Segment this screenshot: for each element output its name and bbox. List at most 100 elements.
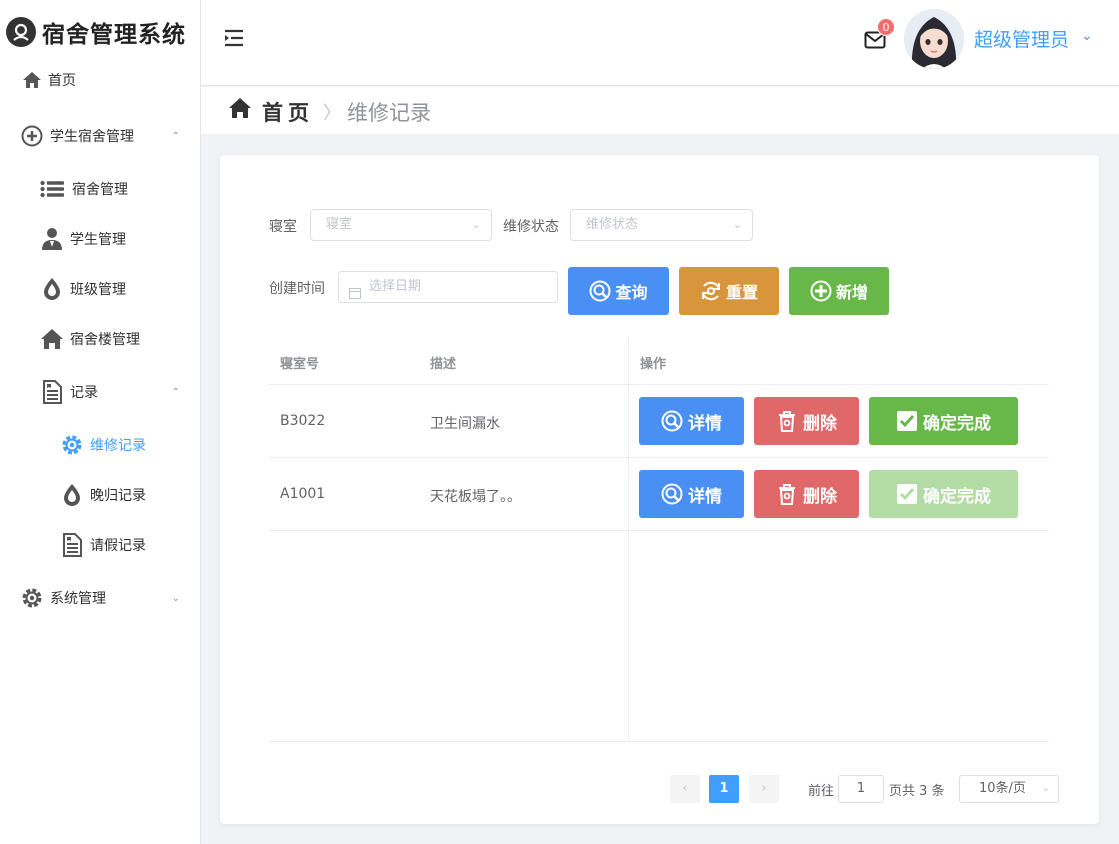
- divider: [269, 457, 1049, 458]
- plus-circle-icon: [810, 280, 832, 302]
- sidebar-item-label: 宿舍管理: [72, 182, 128, 198]
- sidebar-item-leave[interactable]: 请假记录: [0, 525, 200, 565]
- refresh-icon: [700, 280, 722, 302]
- add-button[interactable]: 新增: [789, 267, 889, 315]
- column-header: 操作: [640, 357, 667, 372]
- drop-icon: [40, 277, 64, 301]
- page-1-button[interactable]: 1: [709, 775, 739, 803]
- date-picker[interactable]: 选择日期: [338, 271, 558, 303]
- delete-button[interactable]: 删除: [754, 397, 859, 445]
- checkbox-icon: [896, 410, 918, 432]
- room-select[interactable]: 寝室 ⌄: [310, 209, 492, 241]
- chevron-up-icon: ⌃: [171, 130, 180, 142]
- chevron-down-icon: ⌄: [171, 592, 180, 604]
- chevron-down-icon[interactable]: ⌄: [1081, 28, 1093, 44]
- avatar[interactable]: [904, 9, 964, 69]
- sidebar-item-label: 学生宿舍管理: [50, 129, 134, 145]
- menu-toggle-icon[interactable]: [223, 29, 245, 47]
- sidebar-item-label: 记录: [70, 385, 98, 401]
- calendar-icon: [349, 281, 361, 299]
- complete-button[interactable]: 确定完成: [869, 397, 1018, 445]
- query-button[interactable]: 查询: [568, 267, 669, 315]
- sidebar-item-dorm[interactable]: 宿舍管理: [0, 169, 200, 209]
- sidebar-item-label: 宿舍楼管理: [70, 332, 140, 348]
- sidebar-item-late-return[interactable]: 晚归记录: [0, 475, 200, 515]
- status-select[interactable]: 维修状态 ⌄: [570, 209, 753, 241]
- trash-icon: [776, 410, 798, 432]
- plus-circle-icon: [20, 124, 44, 148]
- delete-label: 删除: [803, 486, 837, 507]
- detail-button[interactable]: 详情: [639, 397, 744, 445]
- sidebar-item-label: 请假记录: [90, 538, 146, 554]
- sidebar-item-label: 系统管理: [50, 591, 106, 607]
- complete-label: 确定完成: [923, 413, 991, 434]
- document-icon: [60, 533, 84, 557]
- sidebar-item-records[interactable]: 记录 ⌃: [0, 372, 200, 412]
- repair-table: 寝室号 描述 操作 B3022 卫生间漏水 详情 删除 确定完成 A1001 天…: [269, 337, 1049, 742]
- room-label: 寝室: [269, 219, 297, 235]
- query-label: 查询: [615, 283, 648, 302]
- search-icon: [661, 410, 683, 432]
- sidebar-item-building[interactable]: 宿舍楼管理: [0, 319, 200, 359]
- home-icon: [20, 68, 44, 92]
- goto-page-input[interactable]: 1: [838, 775, 884, 803]
- logo-icon: [6, 17, 36, 47]
- page-size-value: 10条/页: [979, 781, 1026, 796]
- room-placeholder: 寝室: [326, 217, 353, 232]
- notification-badge: 0: [877, 18, 895, 36]
- total-text: 页共 3 条: [889, 784, 945, 799]
- divider: [269, 384, 1049, 385]
- logo: 宿舍管理系统: [6, 14, 186, 50]
- sidebar-item-home[interactable]: 首页: [0, 60, 200, 100]
- sidebar-item-label: 学生管理: [70, 232, 126, 248]
- search-icon: [661, 483, 683, 505]
- app-title: 宿舍管理系统: [42, 22, 186, 48]
- sidebar-item-student[interactable]: 学生管理: [0, 219, 200, 259]
- user-name[interactable]: 超级管理员: [974, 25, 1069, 52]
- divider: [269, 741, 1049, 742]
- main-card: 寝室 寝室 ⌄ 维修状态 维修状态 ⌄ 创建时间 选择日期 查询 重置 新增 寝…: [220, 155, 1099, 824]
- gear-icon: [60, 433, 84, 457]
- chevron-down-icon: ⌄: [471, 218, 481, 231]
- delete-button[interactable]: 删除: [754, 470, 859, 518]
- status-placeholder: 维修状态: [586, 217, 639, 232]
- cell-room: B3022: [280, 413, 326, 429]
- sidebar-item-repair[interactable]: 维修记录: [0, 425, 200, 465]
- reset-label: 重置: [725, 283, 758, 302]
- breadcrumb-current: 维修记录: [347, 101, 431, 125]
- header: 0 超级管理员 ⌄: [201, 0, 1119, 86]
- date-placeholder: 选择日期: [369, 279, 422, 294]
- search-icon: [589, 280, 611, 302]
- complete-label: 确定完成: [923, 486, 991, 507]
- detail-button[interactable]: 详情: [639, 470, 744, 518]
- drop-icon: [60, 483, 84, 507]
- chevron-down-icon: ⌄: [1041, 783, 1050, 794]
- cell-room: A1001: [280, 486, 326, 502]
- detail-label: 详情: [688, 413, 722, 434]
- breadcrumb-home[interactable]: 首页: [262, 97, 314, 127]
- user-icon: [40, 227, 64, 251]
- date-label: 创建时间: [269, 281, 325, 297]
- sidebar-item-student-dorm[interactable]: 学生宿舍管理 ⌃: [0, 116, 200, 156]
- complete-button-disabled: 确定完成: [869, 470, 1018, 518]
- sidebar-item-system[interactable]: 系统管理 ⌄: [0, 578, 200, 618]
- divider: [269, 530, 1049, 531]
- page-size-select[interactable]: 10条/页 ⌄: [959, 775, 1059, 803]
- delete-label: 删除: [803, 413, 837, 434]
- fixed-column-divider: [628, 337, 629, 742]
- breadcrumb: 首页 〉 维修记录: [201, 87, 1119, 134]
- detail-label: 详情: [688, 486, 722, 507]
- sidebar-item-class[interactable]: 班级管理: [0, 269, 200, 309]
- prev-page-button[interactable]: ‹: [670, 775, 700, 803]
- chevron-down-icon: ⌄: [732, 218, 742, 231]
- breadcrumb-separator: 〉: [323, 103, 341, 124]
- chevron-up-icon: ⌃: [171, 386, 180, 398]
- sidebar-item-label: 维修记录: [90, 438, 146, 454]
- cell-desc: 天花板塌了。。: [430, 489, 521, 505]
- next-page-button[interactable]: ›: [749, 775, 779, 803]
- goto-label: 前往: [808, 784, 835, 799]
- list-icon: [40, 177, 64, 201]
- home-icon: [228, 97, 252, 121]
- reset-button[interactable]: 重置: [679, 267, 779, 315]
- sidebar-item-label: 班级管理: [70, 282, 126, 298]
